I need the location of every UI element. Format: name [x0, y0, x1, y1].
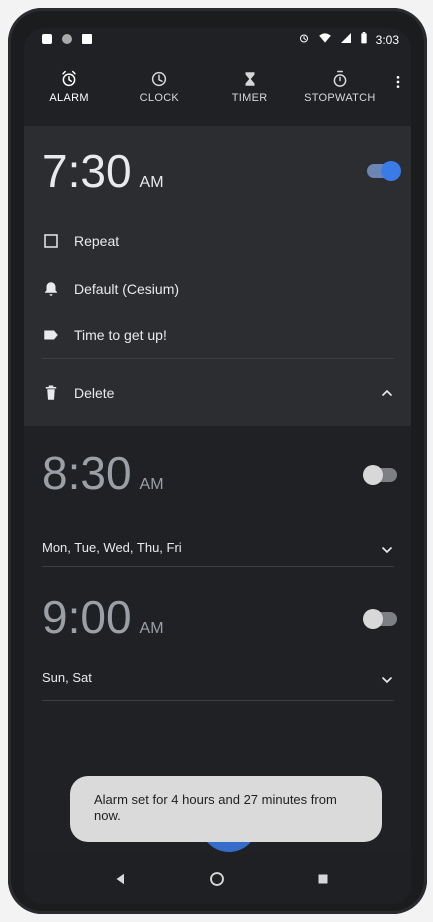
tab-alarm[interactable]: ALARM [24, 70, 114, 120]
notification-dot-icon [62, 34, 72, 44]
stopwatch-icon [333, 70, 347, 87]
notification-a-icon [42, 34, 52, 44]
alarm-ampm: AM [139, 476, 164, 493]
tab-clock-label: CLOCK [139, 92, 180, 104]
checkbox-icon[interactable] [42, 232, 60, 250]
sd-card-icon [82, 34, 92, 44]
navigation-bar [24, 854, 411, 904]
chevron-up-icon [382, 389, 392, 396]
alarm-toggle-switch[interactable] [363, 609, 397, 629]
alarm-toggle-switch[interactable] [363, 465, 397, 485]
signal-icon [340, 32, 352, 47]
overflow-menu-button[interactable] [385, 70, 411, 120]
status-bar: 3:03 [24, 28, 411, 52]
repeat-row[interactable]: Repeat [42, 228, 402, 254]
tab-bar: ALARM CLOCK TIMER STOPWATCH [24, 70, 411, 120]
alarm-days: Mon, Tue, Wed, Thu, Fri [42, 540, 182, 555]
tab-alarm-label: ALARM [49, 92, 89, 104]
back-button[interactable] [112, 870, 130, 888]
back-triangle-icon [116, 873, 124, 885]
alarm-ampm: AM [139, 620, 164, 637]
alarm-icon [62, 70, 76, 87]
chevron-down-icon [382, 547, 392, 554]
divider [42, 700, 394, 701]
tab-clock[interactable]: CLOCK [114, 70, 204, 120]
bell-icon [45, 282, 57, 296]
recents-square-icon [318, 874, 328, 884]
label-tag-icon [44, 330, 58, 340]
repeat-label: Repeat [74, 233, 120, 249]
toast-message: Alarm set for 4 hours and 27 minutes fro… [70, 776, 382, 842]
label-row[interactable]: Time to get up! [42, 322, 402, 348]
ringtone-label: Default (Cesium) [74, 281, 180, 297]
expand-button[interactable] [379, 542, 395, 558]
switch-thumb [363, 609, 383, 629]
divider [42, 358, 394, 359]
collapse-button[interactable] [379, 385, 395, 401]
alarm-toggle-switch[interactable] [367, 161, 401, 181]
alarm-time[interactable]: 9:00 AM [42, 594, 164, 652]
expand-button[interactable] [379, 672, 395, 688]
tab-timer-label: TIMER [231, 92, 268, 104]
chevron-down-icon [382, 677, 392, 684]
alarm-status-icon [298, 32, 310, 47]
tab-timer[interactable]: TIMER [205, 70, 295, 120]
clock-icon [152, 71, 167, 87]
recents-button[interactable] [314, 870, 332, 888]
home-button[interactable] [208, 870, 226, 888]
tab-stopwatch-label: STOPWATCH [304, 92, 376, 104]
alarm-time-value: 9:00 [42, 591, 132, 643]
alarm-label-text: Time to get up! [74, 327, 167, 343]
status-time: 3:03 [375, 32, 399, 47]
alarm-card[interactable]: 9:00 AM Sun, Sat [24, 594, 411, 734]
status-left [42, 34, 92, 44]
screen: 3:03 ALARM CLOCK TIMER STOPWATCH 7:30 AM… [24, 28, 411, 904]
divider [42, 566, 394, 567]
alarm-time[interactable]: 7:30 AM [42, 148, 164, 206]
alarm-ampm: AM [139, 174, 164, 191]
trash-icon [45, 385, 57, 400]
alarm-card[interactable]: 8:30 AM Mon, Tue, Wed, Thu, Fri [24, 450, 411, 590]
switch-thumb [381, 161, 401, 181]
delete-label: Delete [74, 385, 115, 401]
hourglass-icon [245, 72, 255, 86]
switch-thumb [363, 465, 383, 485]
status-right: 3:03 [298, 32, 399, 47]
home-circle-icon [210, 872, 224, 886]
device-frame: 3:03 ALARM CLOCK TIMER STOPWATCH 7:30 AM… [8, 8, 427, 914]
more-vertical-icon [396, 76, 400, 88]
wifi-icon [318, 32, 332, 47]
delete-row[interactable]: Delete [42, 380, 402, 406]
alarm-days: Sun, Sat [42, 670, 92, 685]
ringtone-row[interactable]: Default (Cesium) [42, 276, 402, 302]
battery-icon [360, 32, 368, 47]
alarm-time-value: 8:30 [42, 447, 132, 499]
alarm-card-expanded[interactable]: 7:30 AM Repeat Default (Cesium) Time to … [24, 126, 411, 426]
tab-stopwatch[interactable]: STOPWATCH [295, 70, 385, 120]
alarm-time-value: 7:30 [42, 145, 132, 197]
alarm-time[interactable]: 8:30 AM [42, 450, 164, 508]
